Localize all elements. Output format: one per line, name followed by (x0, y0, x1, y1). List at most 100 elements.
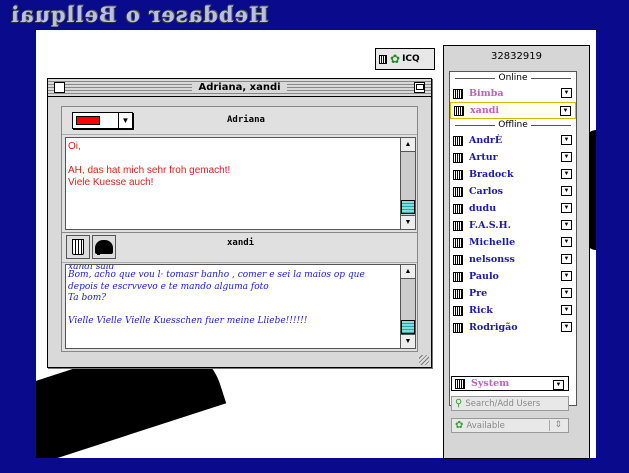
up-down-arrows-icon[interactable]: ⇕ (554, 420, 562, 430)
contact-item[interactable]: Pre ▼ (450, 285, 576, 302)
zoom-box[interactable] (414, 82, 425, 93)
contact-item[interactable]: Rodrigão ▼ (450, 319, 576, 336)
scroll-thumb[interactable] (401, 200, 415, 214)
incoming-sender-name: Adriana (227, 115, 265, 125)
message-line: Viele Kuesse auch! (68, 177, 154, 188)
user-icon (453, 254, 463, 265)
user-icon (453, 288, 463, 299)
elephant-icon[interactable] (92, 235, 116, 259)
user-icon (454, 105, 464, 116)
chevron-down-icon[interactable]: ▼ (118, 112, 133, 129)
message-line (68, 153, 398, 165)
contact-item[interactable]: Carlos ▼ (450, 183, 576, 200)
contact-list-window: 32832919 Online Bimba ▼ xandi ▼ Offline … (443, 45, 590, 459)
scroll-up-icon[interactable]: ▲ (401, 265, 415, 279)
user-icon (453, 237, 463, 248)
chat-title: Adriana, xandi (192, 82, 287, 93)
search-add-users-label: Search/Add Users (465, 398, 541, 409)
divider (549, 420, 550, 431)
user-icon (453, 152, 463, 163)
availability-select[interactable]: ✿ Available ⇕ (451, 418, 569, 433)
contact-name: Artur (469, 152, 498, 163)
chevron-down-icon[interactable]: ▼ (561, 220, 572, 230)
contact-name: Rick (469, 305, 493, 316)
chevron-down-icon[interactable]: ▼ (561, 203, 572, 213)
contact-item[interactable]: xandi ▼ (450, 102, 576, 119)
contact-name: xandi (470, 105, 499, 116)
chevron-down-icon[interactable]: ▼ (561, 254, 572, 264)
chevron-down-icon[interactable]: ▼ (561, 305, 572, 315)
window-icon (379, 54, 387, 64)
icq-flower-icon: ✿ (390, 52, 401, 66)
contact-name: F.A.S.H. (469, 220, 511, 231)
user-icon (453, 169, 463, 180)
chevron-down-icon[interactable]: ▼ (553, 380, 564, 390)
contact-name: Bimba (469, 88, 504, 99)
contact-item[interactable]: Michelle ▼ (450, 234, 576, 251)
user-icon (455, 378, 465, 389)
chevron-down-icon[interactable]: ▼ (560, 106, 571, 116)
chevron-down-icon[interactable]: ▼ (561, 135, 572, 145)
status-mode-select[interactable]: System ▼ (451, 376, 569, 391)
contact-item[interactable]: Paulo ▼ (450, 268, 576, 285)
contact-item[interactable]: nelsonss ▼ (450, 251, 576, 268)
icq-flower-icon: ✿ (455, 420, 464, 431)
outgoing-sender-name: xandi (227, 238, 255, 248)
contact-name: Paulo (469, 271, 499, 282)
chevron-down-icon[interactable]: ▼ (561, 322, 572, 332)
status-mode-label: System (471, 378, 510, 389)
outgoing-pane: xandi xandi said Bom, acho que vou l· to… (61, 232, 418, 352)
contact-name: Pre (469, 288, 488, 299)
contact-name: Bradock (469, 169, 514, 180)
message-line: Vielle Vielle Vielle Kuesschen fuer mein… (68, 316, 308, 326)
outgoing-header: xandi (62, 233, 417, 263)
outgoing-message-area[interactable]: xandi said Bom, acho que vou l· tomasr b… (65, 264, 401, 349)
message-line (68, 305, 398, 317)
desktop-title: Hebdaser o Bellquai (10, 2, 269, 27)
chevron-down-icon[interactable]: ▼ (561, 271, 572, 281)
contact-item[interactable]: AndrÈ ▼ (450, 132, 576, 149)
chevron-down-icon[interactable]: ▼ (561, 186, 572, 196)
contact-item[interactable]: dudu ▼ (450, 200, 576, 217)
uin-number: 32832919 (491, 51, 542, 62)
chat-titlebar[interactable]: Adriana, xandi (48, 79, 431, 97)
contact-name: Michelle (469, 237, 516, 248)
chevron-down-icon[interactable]: ▼ (561, 88, 572, 98)
close-box[interactable] (54, 82, 65, 93)
chevron-down-icon[interactable]: ▼ (561, 288, 572, 298)
contact-item[interactable]: Artur ▼ (450, 149, 576, 166)
chevron-down-icon[interactable]: ▼ (561, 152, 572, 162)
incoming-scrollbar[interactable]: ▲ ▼ (400, 137, 416, 230)
text-color-picker[interactable]: ▼ (72, 112, 133, 129)
icq-label: ICQ (402, 54, 420, 64)
user-icon (453, 271, 463, 282)
user-icon (453, 135, 463, 146)
incoming-message-area[interactable]: Oi, AH, das hat mich sehr froh gemacht! … (65, 137, 401, 230)
trash-icon[interactable] (66, 235, 90, 259)
outgoing-scrollbar[interactable]: ▲ ▼ (400, 264, 416, 349)
scroll-thumb[interactable] (401, 320, 415, 334)
scroll-up-icon[interactable]: ▲ (401, 138, 415, 152)
scroll-down-icon[interactable]: ▼ (401, 334, 415, 348)
chevron-down-icon[interactable]: ▼ (561, 237, 572, 247)
offline-group-header: Offline (450, 119, 576, 132)
contact-name: Carlos (469, 186, 504, 197)
chevron-down-icon[interactable]: ▼ (561, 169, 572, 179)
scroll-down-icon[interactable]: ▼ (401, 215, 415, 229)
online-group-header: Online (450, 72, 576, 85)
search-users-icon: ⚲ (455, 398, 463, 409)
user-icon (453, 322, 463, 333)
resize-handle[interactable] (419, 355, 429, 365)
contact-item[interactable]: F.A.S.H. ▼ (450, 217, 576, 234)
user-icon (453, 203, 463, 214)
contact-item[interactable]: Bradock ▼ (450, 166, 576, 183)
contact-item[interactable]: Rick ▼ (450, 302, 576, 319)
icq-button[interactable]: ✿ ICQ (375, 48, 435, 70)
chat-window: Adriana, xandi ▼ Adriana Oi, AH, das hat… (47, 78, 432, 368)
contact-name: AndrÈ (469, 135, 503, 146)
availability-label: Available (466, 420, 505, 431)
contact-name: Rodrigão (469, 322, 518, 333)
search-add-users-button[interactable]: ⚲ Search/Add Users (451, 396, 569, 411)
user-icon (453, 305, 463, 316)
contact-item[interactable]: Bimba ▼ (450, 85, 576, 102)
